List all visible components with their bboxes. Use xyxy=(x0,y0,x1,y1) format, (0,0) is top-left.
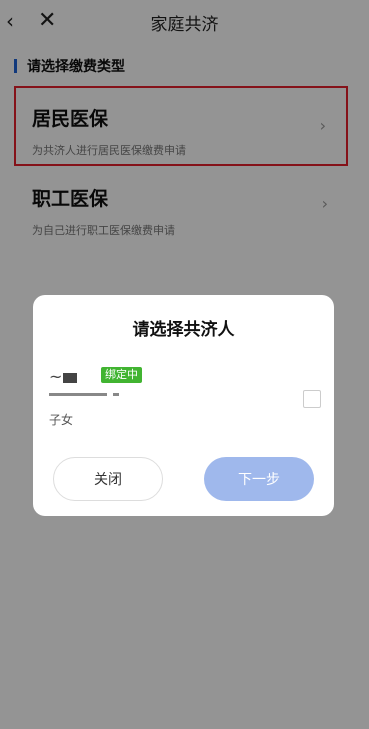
masked-name-icon: ~ xyxy=(49,367,78,386)
dialog-title: 请选择共济人 xyxy=(132,320,235,340)
close-button[interactable]: 关闭 xyxy=(53,457,163,501)
person-relation: 子女 xyxy=(49,413,74,427)
select-person-dialog: 请选择共济人 ~ 绑定中 子女 关闭 下一步 xyxy=(33,295,334,516)
status-badge: 绑定中 xyxy=(101,367,142,383)
masked-id-icon xyxy=(49,393,169,401)
person-checkbox[interactable] xyxy=(303,390,321,408)
person-item[interactable]: ~ 绑定中 子女 xyxy=(49,367,321,437)
next-step-button[interactable]: 下一步 xyxy=(204,457,314,501)
